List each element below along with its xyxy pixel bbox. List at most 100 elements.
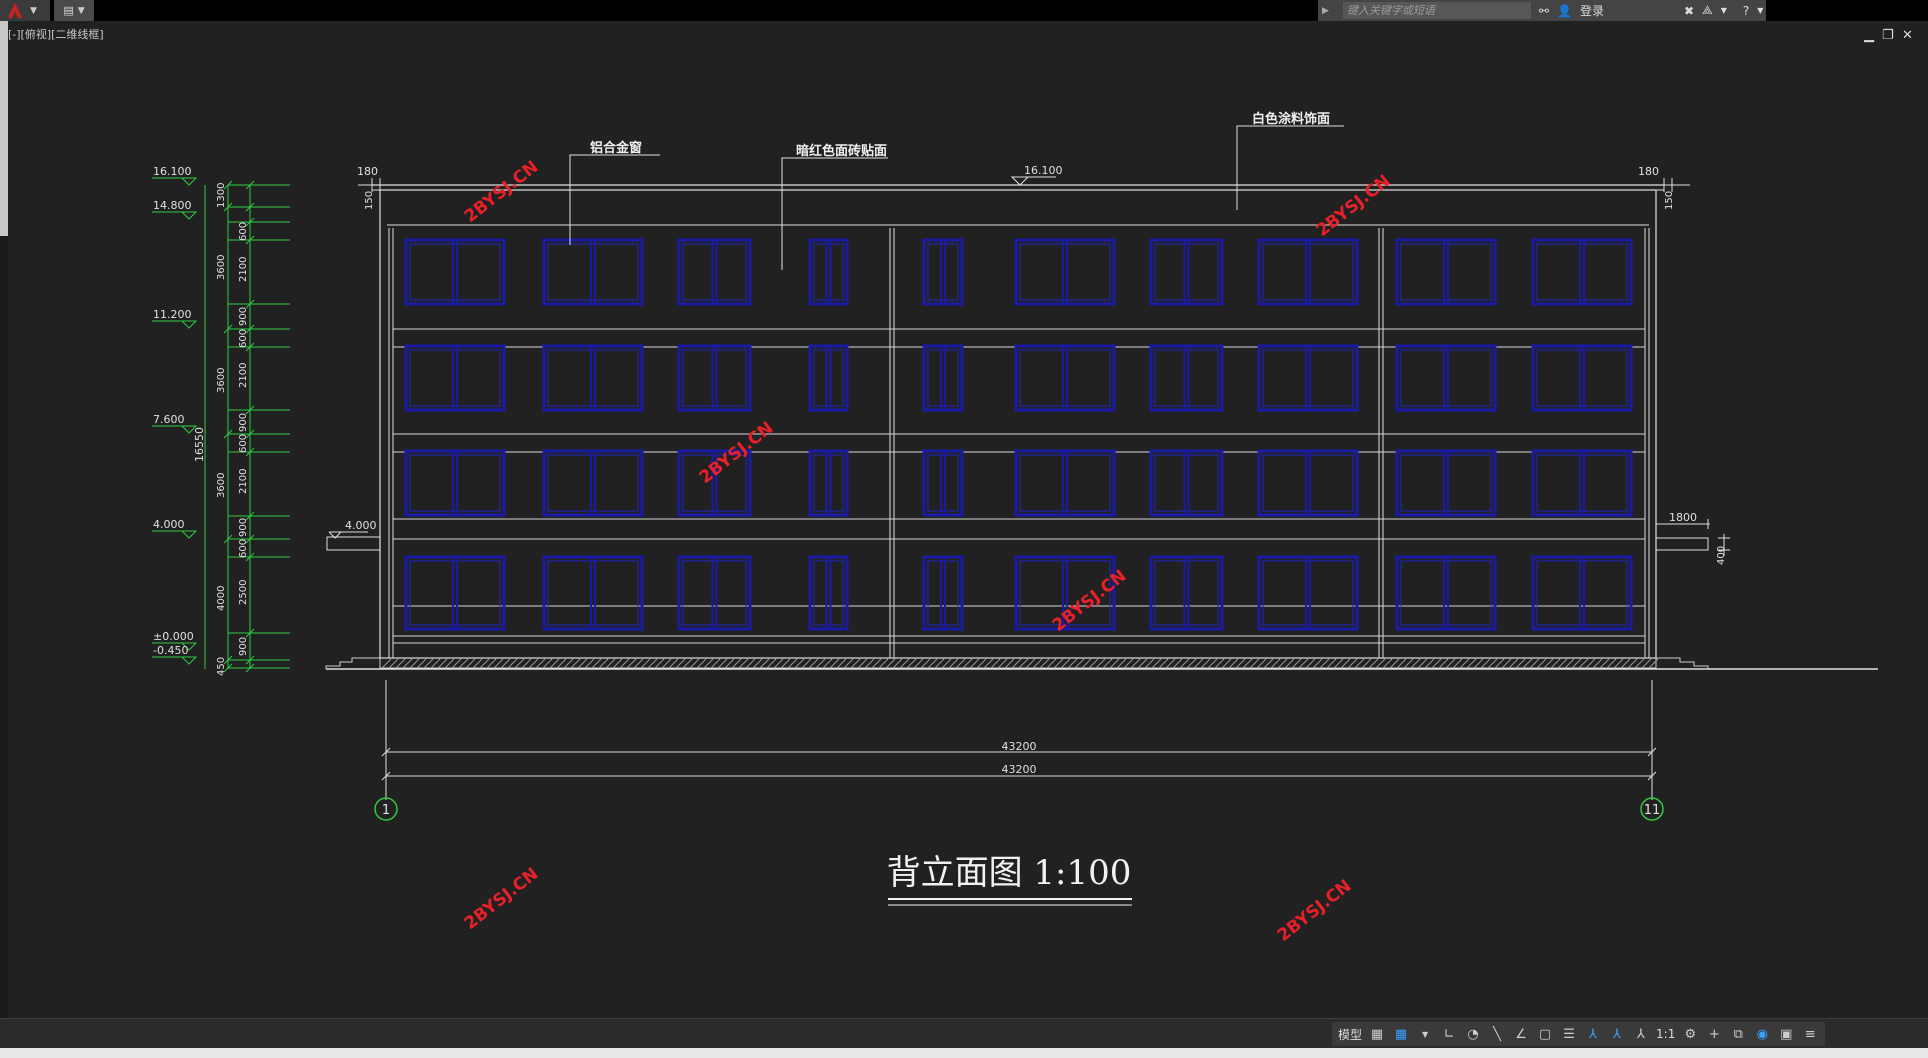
window: [542, 555, 644, 631]
auto-scale-icon[interactable]: ⅄: [1608, 1025, 1626, 1043]
isolate-icon[interactable]: ⧉: [1729, 1025, 1747, 1043]
window: [1531, 555, 1633, 631]
exchange-icon[interactable]: ✖: [1684, 4, 1694, 18]
annotation-visibility-icon[interactable]: ⅄: [1584, 1025, 1602, 1043]
downpipes: [388, 228, 1650, 658]
quick-access-toolbar: ▤ ▼: [54, 0, 94, 21]
axis-label-11: 11: [1644, 803, 1661, 818]
application-menu-button[interactable]: ▼: [0, 0, 50, 21]
window: [404, 238, 506, 306]
autocad-logo-icon: [8, 3, 22, 18]
window-inner: [682, 243, 747, 301]
status-bar: 模型 ▦ ▦ ▼ ∟ ◔ ╲ ∠ ▢ ☰ ⅄ ⅄ ⅄ 1:1 ⚙ + ⧉ ◉ ▣…: [0, 1018, 1928, 1049]
window-inner: [813, 243, 844, 301]
hardware-acceleration-icon[interactable]: ◉: [1753, 1025, 1771, 1043]
window-inner: [1536, 243, 1628, 301]
polar-icon[interactable]: ◔: [1464, 1025, 1482, 1043]
osnap-icon[interactable]: ╲: [1488, 1025, 1506, 1043]
grid-icon[interactable]: ▦: [1368, 1025, 1386, 1043]
window: [808, 555, 849, 631]
level-text: 16.100: [153, 165, 192, 178]
gear-icon[interactable]: ⚙: [1681, 1025, 1699, 1043]
level-marker: [180, 320, 198, 329]
level-text: 14.800: [153, 199, 192, 212]
outer-dim-text: 3600: [216, 255, 227, 280]
snap-icon[interactable]: ▦: [1392, 1025, 1410, 1043]
window: [542, 449, 644, 517]
window: [1257, 238, 1359, 306]
outer-dim-text: 1300: [216, 183, 227, 208]
a360-dropdown-icon[interactable]: ▼: [1721, 6, 1727, 15]
model-space-button[interactable]: 模型: [1338, 1026, 1362, 1043]
white-paint-label: 白色涂料饰面: [1252, 111, 1330, 127]
ortho-icon[interactable]: ∟: [1440, 1025, 1458, 1043]
window-inner: [547, 349, 639, 407]
window-inner: [1400, 560, 1492, 626]
scale-selector[interactable]: 1:1: [1656, 1027, 1675, 1041]
aluminum-window-label: 铝合金窗: [590, 140, 642, 156]
binoculars-icon[interactable]: ⚯: [1539, 4, 1549, 18]
window: [1257, 449, 1359, 517]
info-center: ▶ 键入关键字或短语 ⚯ 👤 登录 ✖ ⟁ ▼ ? ▼: [1318, 0, 1766, 21]
dropdown-icon[interactable]: ▼: [1416, 1025, 1434, 1043]
canopy-height-dim: 400: [1716, 546, 1727, 565]
window: [404, 555, 506, 631]
window-inner: [1154, 454, 1219, 512]
window-inner: [409, 243, 501, 301]
window: [1149, 449, 1224, 517]
window-inner: [547, 243, 639, 301]
left-canopy: [326, 531, 381, 551]
level-text: 4.000: [153, 518, 185, 531]
title-bar: ▼ ▤ ▼ ▶ 键入关键字或短语 ⚯ 👤 登录 ✖ ⟁ ▼ ? ▼: [0, 0, 1928, 21]
window: [1014, 449, 1116, 517]
qat-dropdown-icon[interactable]: ▼: [78, 6, 85, 16]
drawing-canvas[interactable]: 1800 400 4.000 180 180 150 150 16.100 铝合…: [8, 21, 1928, 1021]
window-inner: [1154, 349, 1219, 407]
window: [1014, 238, 1116, 306]
roof-level-text: 16.100: [1024, 164, 1063, 177]
save-icon[interactable]: ▤: [63, 4, 73, 17]
window-inner: [1400, 349, 1492, 407]
login-button[interactable]: 登录: [1580, 2, 1604, 19]
window-inner: [813, 454, 844, 512]
window-inner: [409, 454, 501, 512]
window-inner: [927, 243, 959, 301]
otrack-icon[interactable]: ∠: [1512, 1025, 1530, 1043]
red-tile-label: 暗红色面砖贴面: [796, 143, 887, 159]
search-input[interactable]: 键入关键字或短语: [1342, 2, 1531, 19]
left-steps: [325, 657, 380, 669]
customize-menu-icon[interactable]: ≡: [1801, 1025, 1819, 1043]
a360-icon[interactable]: ⟁: [1702, 3, 1713, 18]
inner-dim-text: 2100: [238, 257, 249, 282]
annotation-leaders: [569, 125, 1344, 270]
help-dropdown-icon[interactable]: ▼: [1757, 6, 1763, 15]
window: [1531, 449, 1633, 517]
watermark: 2BYSJ.CN: [461, 157, 543, 227]
dynamic-ucs-icon[interactable]: ▢: [1536, 1025, 1554, 1043]
annotation-scale-icon[interactable]: ⅄: [1632, 1025, 1650, 1043]
window-inner: [1400, 243, 1492, 301]
window: [1395, 449, 1497, 517]
inner-dim-text: 900: [238, 307, 249, 326]
outer-dim-text: 3600: [216, 473, 227, 498]
window-inner: [547, 560, 639, 626]
drawing-title: 背立面图 1:100: [887, 853, 1132, 893]
inner-dim-text: 900: [238, 518, 249, 537]
help-icon[interactable]: ?: [1743, 4, 1749, 18]
expand-arrow-icon[interactable]: ▶: [1322, 6, 1329, 16]
level-text: 11.200: [153, 308, 192, 321]
right-parapet-dim: 180: [1638, 165, 1659, 178]
window-inner: [1019, 454, 1111, 512]
window: [1149, 238, 1224, 306]
outer-dim-text: 4000: [216, 586, 227, 611]
lineweight-icon[interactable]: ☰: [1560, 1025, 1578, 1043]
level-marker: [180, 656, 198, 665]
outer-dim-text: 450: [216, 657, 227, 676]
window-inner: [547, 454, 639, 512]
user-icon[interactable]: 👤: [1557, 4, 1572, 18]
window: [922, 344, 964, 412]
window: [542, 238, 644, 306]
clean-screen-icon[interactable]: ▣: [1777, 1025, 1795, 1043]
plus-icon[interactable]: +: [1705, 1025, 1723, 1043]
window-inner: [1536, 349, 1628, 407]
